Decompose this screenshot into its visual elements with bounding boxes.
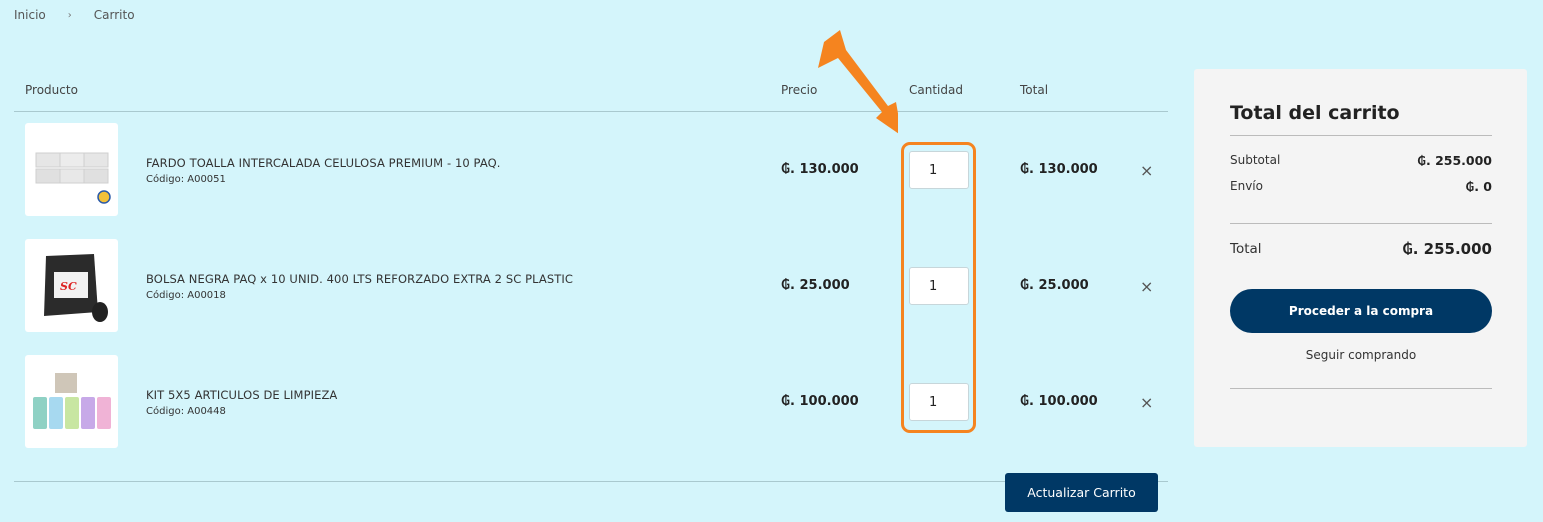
update-cart-button[interactable]: Actualizar Carrito [1005, 473, 1158, 512]
quantity-input[interactable] [909, 383, 969, 421]
breadcrumb-separator: › [67, 9, 72, 21]
breadcrumb-current: Carrito [93, 8, 135, 22]
subtotal-label: Subtotal [1230, 153, 1281, 167]
total-value: ₲. 255.000 [1402, 240, 1492, 258]
product-price: ₲. 25.000 [781, 278, 850, 293]
product-total: ₲. 25.000 [1020, 278, 1089, 293]
quantity-input[interactable] [909, 151, 969, 189]
product-code: Código: A00018 [146, 290, 226, 301]
header-product: Producto [25, 83, 78, 97]
table-row: SC BOLSA NEGRA PAQ x 10 UNID. 400 LTS RE… [14, 239, 1168, 355]
product-image[interactable]: SC [25, 239, 118, 332]
continue-shopping-link[interactable]: Seguir comprando [1230, 348, 1492, 362]
product-image[interactable] [25, 123, 118, 216]
product-name[interactable]: BOLSA NEGRA PAQ x 10 UNID. 400 LTS REFOR… [146, 272, 573, 286]
product-image[interactable] [25, 355, 118, 448]
cart-summary: Total del carrito Subtotal ₲. 255.000 En… [1194, 69, 1527, 447]
product-code: Código: A00448 [146, 406, 226, 417]
remove-item-button[interactable]: × [1140, 277, 1153, 296]
svg-text:SC: SC [60, 280, 77, 293]
quantity-input[interactable] [909, 267, 969, 305]
shipping-value: ₲. 0 [1465, 179, 1493, 194]
table-header: Producto Precio Cantidad Total [14, 70, 1168, 112]
shipping-label: Envío [1230, 179, 1263, 193]
cart-table: Producto Precio Cantidad Total FARDO TOA… [14, 70, 1168, 482]
product-code: Código: A00051 [146, 174, 226, 185]
table-row: KIT 5X5 ARTICULOS DE LIMPIEZA Código: A0… [14, 355, 1168, 471]
product-price: ₲. 130.000 [781, 162, 859, 177]
product-price: ₲. 100.000 [781, 394, 859, 409]
summary-title: Total del carrito [1230, 102, 1400, 124]
checkout-button[interactable]: Proceder a la compra [1230, 289, 1492, 333]
remove-item-button[interactable]: × [1140, 161, 1153, 180]
breadcrumb: Inicio › Carrito [14, 8, 135, 22]
header-total: Total [1020, 83, 1049, 97]
header-quantity: Cantidad [909, 83, 963, 97]
divider [1230, 223, 1492, 224]
remove-item-button[interactable]: × [1140, 393, 1153, 412]
subtotal-value: ₲. 255.000 [1417, 153, 1492, 168]
total-label: Total [1230, 241, 1262, 257]
product-total: ₲. 100.000 [1020, 394, 1098, 409]
divider [1230, 135, 1492, 136]
product-total: ₲. 130.000 [1020, 162, 1098, 177]
header-price: Precio [781, 83, 818, 97]
divider [1230, 388, 1492, 389]
product-name[interactable]: KIT 5X5 ARTICULOS DE LIMPIEZA [146, 388, 337, 402]
table-row: FARDO TOALLA INTERCALADA CELULOSA PREMIU… [14, 123, 1168, 239]
table-body: FARDO TOALLA INTERCALADA CELULOSA PREMIU… [14, 112, 1168, 482]
breadcrumb-home-link[interactable]: Inicio [14, 8, 46, 22]
product-name[interactable]: FARDO TOALLA INTERCALADA CELULOSA PREMIU… [146, 156, 501, 170]
